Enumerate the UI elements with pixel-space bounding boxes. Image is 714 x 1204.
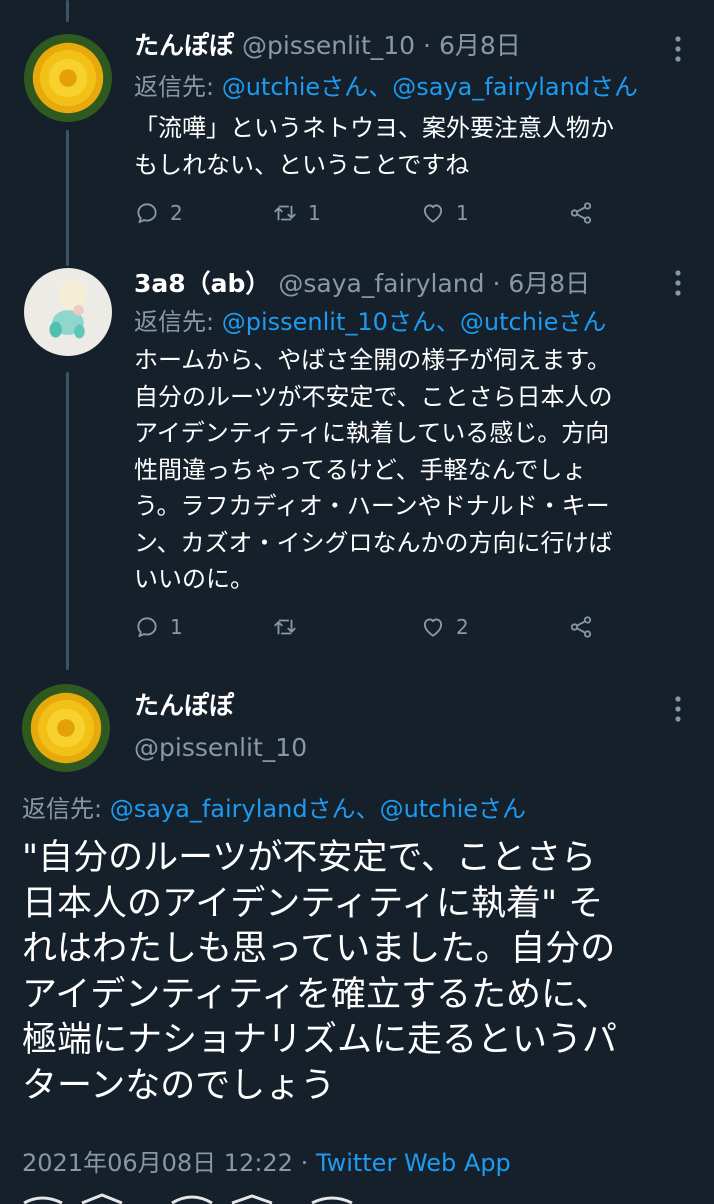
tweet-text-line: "自分のルーツが不安定で、ことさら — [22, 838, 597, 878]
tweet-text-line: 自分のルーツが不安定で、ことさら日本人の — [134, 382, 613, 411]
tweet-source-link[interactable]: Twitter Web App — [316, 1149, 511, 1177]
retweet-count: 1 — [308, 201, 321, 225]
retweet-icon — [274, 205, 296, 221]
tweet-text-line: アイデンティティを確立するために、 — [22, 974, 611, 1015]
reply-button[interactable]: 1 — [134, 614, 272, 640]
mention-link[interactable]: @utchieさん — [222, 73, 368, 101]
retweet-button[interactable]: 1 — [272, 200, 420, 226]
dandelion-avatar-image — [22, 684, 110, 772]
tweet-text-line: ン、カズオ・イシグロなんかの方向に行けば — [134, 528, 613, 557]
like-count: 1 — [456, 201, 469, 225]
tweet-body: ホームから、やばさ全開の様子が伺えます。 自分のルーツが不安定で、ことさら日本人… — [134, 342, 704, 598]
reply-count: 1 — [170, 615, 183, 639]
author-handle[interactable]: @saya_fairyland — [278, 269, 484, 298]
mention-separator: 、 — [368, 73, 393, 101]
reply-button[interactable]: 2 — [134, 200, 272, 226]
tweet-timestamp[interactable]: 2021年06月08日 12:22 — [22, 1149, 293, 1177]
mention-link[interactable]: @pissenlit_10さん — [222, 308, 436, 336]
separator-dot: · — [492, 269, 501, 298]
thread-line-top — [66, 0, 69, 22]
thread-line-1 — [66, 130, 69, 266]
reply-icon — [137, 617, 157, 638]
mention-link[interactable]: @saya_fairylandさん — [110, 795, 356, 823]
tweet-actions: 1 2 — [134, 612, 604, 642]
retweet-icon — [274, 619, 296, 635]
reply-to-label: 返信先: — [22, 795, 110, 823]
tweet-text-line: 「流嘩」というネトウヨ、案外要注意人物か — [134, 114, 614, 142]
tweet-text-line: 日本人のアイデンティティに執着" そ — [22, 883, 604, 924]
more-icon[interactable] — [668, 34, 688, 69]
main-tweet-body: "自分のルーツが不安定で、ことさら 日本人のアイデンティティに執着" そ れはわ… — [22, 836, 702, 1109]
reply-to-line: 返信先: @utchieさん、@saya_fairylandさん — [134, 72, 638, 102]
tweet-actions: 2 1 1 — [134, 198, 604, 228]
tweet-date[interactable]: 6月8日 — [439, 31, 521, 60]
avatar-dandelion[interactable] — [24, 34, 112, 122]
reply-to-label: 返信先: — [134, 308, 222, 336]
like-icon — [423, 204, 443, 223]
separator-dot: · — [423, 31, 431, 60]
reply-icon — [137, 203, 157, 224]
reply-to-line: 返信先: @pissenlit_10さん、@utchieさん — [134, 307, 606, 337]
tweet-text-line: もしれない、ということですね — [134, 150, 470, 179]
tweet-text-line: 性間違っちゃってるけど、手軽なんでしょ — [134, 455, 587, 484]
share-button[interactable] — [568, 614, 604, 640]
retweet-button[interactable] — [272, 614, 420, 640]
like-button[interactable]: 1 — [420, 200, 568, 226]
author-name[interactable]: たんぽぽ — [134, 31, 234, 60]
tweet-text-line: アイデンティティに執着している感じ。方向 — [134, 419, 610, 447]
tweet-text-line: いいのに。 — [134, 565, 254, 593]
tweet-text-line: う。ラフカディオ・ハーンやドナルド・キー — [134, 492, 610, 520]
author-handle[interactable]: @pissenlit_10 — [242, 31, 415, 60]
reply-to-label: 返信先: — [134, 73, 222, 101]
cut-off-text-fragment — [22, 1190, 362, 1204]
more-icon[interactable] — [668, 268, 688, 303]
avatar-dandelion[interactable] — [22, 684, 110, 772]
mention-link[interactable]: @utchieさん — [460, 308, 606, 336]
mention-link[interactable]: @saya_fairylandさん — [392, 73, 638, 101]
reply-to-line: 返信先: @saya_fairylandさん、@utchieさん — [22, 794, 526, 824]
mention-separator: 、 — [435, 308, 460, 336]
dandelion-avatar-image — [24, 34, 112, 122]
author-handle[interactable]: @pissenlit_10 — [134, 733, 307, 762]
tweet-body: 「流嘩」というネトウヨ、案外要注意人物か もしれない、ということですね — [134, 110, 694, 183]
tweet-text-line: ターンなのでしょう — [22, 1065, 336, 1106]
like-icon — [423, 618, 443, 637]
separator-dot: · — [300, 1149, 309, 1177]
share-button[interactable] — [568, 200, 604, 226]
like-count: 2 — [456, 615, 469, 639]
author-name[interactable]: 3a8（ab） — [134, 269, 270, 298]
avatar-figurine[interactable] — [24, 268, 112, 356]
mention-separator: 、 — [355, 795, 380, 823]
share-icon — [570, 202, 592, 224]
tweet-text-line: ホームから、やばさ全開の様子が伺えます。 — [134, 346, 611, 374]
tweet-text-line: 極端にナショナリズムに走るというパ — [22, 1020, 618, 1060]
reply-count: 2 — [170, 201, 183, 225]
tweet-meta: 2021年06月08日 12:22 · Twitter Web App — [22, 1143, 511, 1178]
figurine-avatar-image — [24, 268, 112, 356]
more-icon[interactable] — [668, 694, 688, 729]
tweet-text-line: れはわたしも思っていました。自分の — [22, 929, 616, 969]
thread-line-2 — [66, 372, 69, 670]
share-icon — [570, 616, 592, 638]
like-button[interactable]: 2 — [420, 614, 568, 640]
author-name[interactable]: たんぽぽ — [134, 691, 234, 720]
mention-link[interactable]: @utchieさん — [380, 795, 526, 823]
tweet-date[interactable]: 6月8日 — [508, 269, 590, 298]
